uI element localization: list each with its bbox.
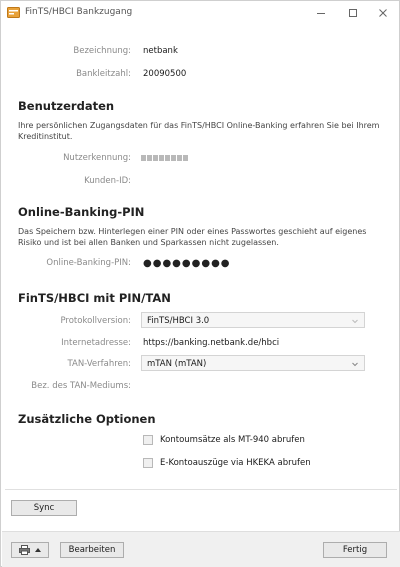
tan-medium-label: Bez. des TAN-Mediums: xyxy=(31,381,131,391)
chevron-down-icon xyxy=(351,317,359,325)
close-icon[interactable] xyxy=(367,1,399,25)
fints-heading: FinTS/HBCI mit PIN/TAN xyxy=(18,291,171,305)
protokollversion-value: FinTS/HBCI 3.0 xyxy=(147,316,210,326)
bankleitzahl-label: Bankleitzahl: xyxy=(76,69,131,79)
tan-verfahren-value: mTAN (mTAN) xyxy=(147,359,207,369)
internetadresse-value: https://banking.netbank.de/hbci xyxy=(143,338,280,348)
title-bar: FinTS/HBCI Bankzugang xyxy=(1,1,399,25)
nutzerkennung-masked-value xyxy=(141,154,193,161)
maximize-icon[interactable] xyxy=(337,1,369,25)
caret-up-icon xyxy=(35,548,41,552)
footer-bar: Bearbeiten Fertig xyxy=(2,531,400,567)
chevron-down-icon xyxy=(351,360,359,368)
hkeka-label: E-Kontoauszüge via HKEKA abrufen xyxy=(160,458,311,468)
kunden-id-label: Kunden-ID: xyxy=(84,176,131,186)
pin-description: Das Speichern bzw. Hinterlegen einer PIN… xyxy=(18,227,367,247)
printer-icon xyxy=(19,545,30,555)
nutzerkennung-label: Nutzerkennung: xyxy=(63,153,131,163)
pin-field[interactable]: ●●●●●●●●● xyxy=(143,258,231,269)
bankleitzahl-value: 20090500 xyxy=(143,69,187,79)
bearbeiten-button[interactable]: Bearbeiten xyxy=(60,542,124,558)
print-button[interactable] xyxy=(11,542,49,558)
pin-label: Online-Banking-PIN: xyxy=(46,258,131,268)
mt940-label: Kontoumsätze als MT-940 abrufen xyxy=(160,435,305,445)
fertig-button[interactable]: Fertig xyxy=(323,542,387,558)
bezeichnung-label: Bezeichnung: xyxy=(73,46,131,56)
bezeichnung-value: netbank xyxy=(143,46,178,56)
hkeka-checkbox[interactable] xyxy=(143,458,153,468)
pin-heading: Online-Banking-PIN xyxy=(18,205,145,219)
sync-button[interactable]: Sync xyxy=(11,500,77,516)
internetadresse-label: Internetadresse: xyxy=(61,338,131,348)
options-heading: Zusätzliche Optionen xyxy=(18,412,156,426)
protokollversion-label: Protokollversion: xyxy=(60,316,131,326)
dialog-window: FinTS/HBCI Bankzugang Bezeichnung: netba… xyxy=(0,0,400,567)
window-title: FinTS/HBCI Bankzugang xyxy=(25,7,133,17)
mt940-checkbox[interactable] xyxy=(143,435,153,445)
protokollversion-select[interactable]: FinTS/HBCI 3.0 xyxy=(141,312,365,328)
benutzerdaten-heading: Benutzerdaten xyxy=(18,99,115,113)
minimize-icon[interactable] xyxy=(305,1,337,25)
benutzerdaten-description: Ihre persönlichen Zugangsdaten für das F… xyxy=(18,121,380,141)
tan-verfahren-label: TAN-Verfahren: xyxy=(67,359,131,369)
divider xyxy=(5,489,397,490)
tan-verfahren-select[interactable]: mTAN (mTAN) xyxy=(141,355,365,371)
bank-app-icon xyxy=(7,6,20,19)
